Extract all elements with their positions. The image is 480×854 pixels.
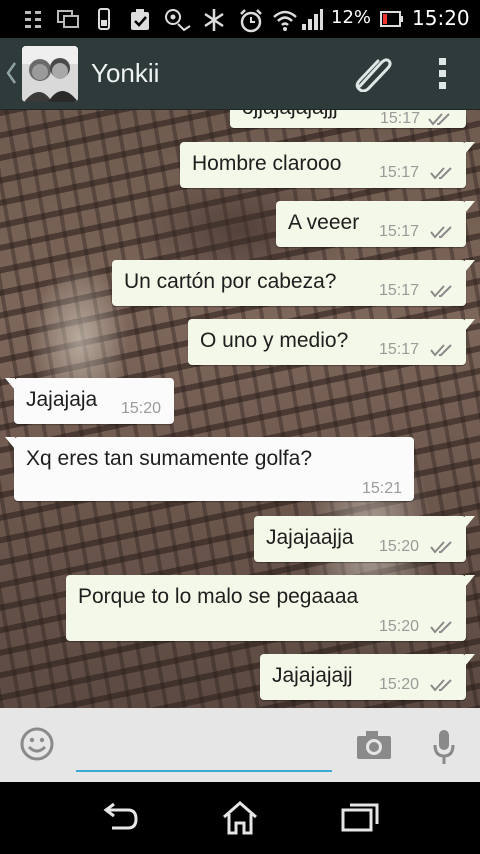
message-time: 15:17 <box>380 110 421 127</box>
status-bar: 12% 15:20 <box>0 0 480 38</box>
battery-percent: 12% <box>331 7 372 28</box>
home-icon[interactable] <box>221 800 259 836</box>
usb-debug-icon <box>25 11 41 28</box>
battery-icon <box>380 11 403 27</box>
message-time: 15:20 <box>379 538 420 555</box>
camera-icon[interactable] <box>356 730 392 760</box>
clipboard-check-icon <box>131 9 149 30</box>
paperclip-icon[interactable] <box>350 52 394 92</box>
status-clock: 15:20 <box>412 6 470 30</box>
bluetooth-icon <box>204 9 224 31</box>
headset-icon <box>165 9 191 32</box>
overflow-menu-icon[interactable] <box>436 56 450 92</box>
message-time: 15:20 <box>379 676 420 693</box>
message-bubble[interactable]: O uno y medio? 15:17 <box>188 319 475 365</box>
microphone-icon[interactable] <box>432 728 456 766</box>
message-bubble[interactable]: ojjajajajajjj 15:17 <box>230 110 466 128</box>
message-text: A veeer <box>288 211 360 234</box>
message-input-bar <box>0 708 480 782</box>
message-bubble[interactable]: A veeer 15:17 <box>276 201 475 247</box>
system-nav-bar <box>0 782 480 854</box>
phone-icon <box>98 8 110 30</box>
message-text: Jajajaja <box>26 388 98 411</box>
read-ticks-icon <box>430 621 452 634</box>
message-text: O uno y medio? <box>200 329 349 352</box>
message-text: ojjajajajajjj <box>242 110 338 120</box>
message-text: Jajajajajj <box>272 664 353 687</box>
read-ticks-icon <box>430 167 452 180</box>
screen-icon <box>57 10 79 28</box>
message-time: 15:21 <box>362 480 403 497</box>
signal-icon <box>302 9 323 30</box>
message-text: Jajajaajja <box>266 526 354 549</box>
message-text: Porque to lo malo se pegaaaa <box>78 585 359 608</box>
wifi-icon <box>273 10 297 31</box>
chat-area[interactable]: ojjajajajajjj 15:17 Hombre clarooo 15:17… <box>0 110 480 708</box>
message-bubble[interactable]: Jajajaajja 15:20 <box>254 516 475 562</box>
message-bubble[interactable]: Jajajajajj 15:20 <box>260 654 475 700</box>
emoji-icon[interactable] <box>19 726 55 762</box>
message-input[interactable] <box>76 728 332 766</box>
back-chevron-icon[interactable] <box>4 58 18 88</box>
message-time: 15:20 <box>121 400 162 417</box>
recent-apps-icon[interactable] <box>340 800 380 834</box>
message-time: 15:17 <box>379 223 420 240</box>
read-ticks-icon <box>430 285 452 298</box>
message-bubble[interactable]: Hombre clarooo 15:17 <box>180 142 475 188</box>
message-time: 15:20 <box>379 618 420 635</box>
read-ticks-icon <box>430 679 452 692</box>
message-text: Un cartón por cabeza? <box>124 270 337 293</box>
read-ticks-icon <box>430 541 452 554</box>
message-bubble[interactable]: Porque to lo malo se pegaaaa 15:20 <box>66 575 475 641</box>
message-bubble[interactable]: Jajajaja 15:20 <box>5 378 174 424</box>
read-ticks-icon <box>428 113 450 126</box>
message-bubble[interactable]: Xq eres tan sumamente golfa? 15:21 <box>5 437 414 501</box>
message-time: 15:17 <box>379 341 420 358</box>
read-ticks-icon <box>430 226 452 239</box>
message-text: Xq eres tan sumamente golfa? <box>26 447 313 470</box>
message-bubble[interactable]: Un cartón por cabeza? 15:17 <box>112 260 475 306</box>
message-field[interactable] <box>76 728 332 772</box>
message-time: 15:17 <box>379 164 420 181</box>
chat-header: Yonkii <box>0 38 480 110</box>
alarm-icon <box>240 9 262 33</box>
read-ticks-icon <box>430 344 452 357</box>
message-time: 15:17 <box>379 282 420 299</box>
message-text: Hombre clarooo <box>192 152 342 175</box>
contact-name[interactable]: Yonkii <box>91 58 159 89</box>
contact-avatar[interactable] <box>22 46 78 102</box>
back-icon[interactable] <box>102 800 142 834</box>
